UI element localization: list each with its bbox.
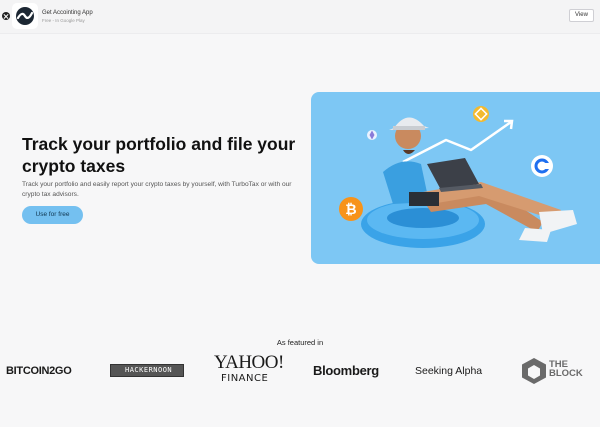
swim-ring [361, 200, 485, 248]
view-button[interactable]: View [569, 9, 594, 22]
yahoo-finance-logo: YAHOO! [214, 352, 284, 373]
binance-icon [473, 106, 489, 122]
the-block-line2: BLOCK [549, 368, 583, 379]
yahoo-finance-subtext: FINANCE [221, 373, 269, 384]
coin-c-icon [531, 155, 553, 177]
featured-in-label: As featured in [276, 338, 324, 347]
hero-description: Track your portfolio and easily report y… [22, 181, 292, 198]
the-block-logo: THE BLOCK [549, 360, 583, 379]
bitcoin-icon: ₿ [339, 197, 363, 221]
hero-illustration: ₿ [311, 92, 600, 264]
app-store-subtitle: Free - In Google Play [42, 18, 85, 23]
hackernoon-logo: HACKERNOON [110, 364, 184, 377]
app-install-banner: Get Accointing App Free - In Google Play… [0, 0, 600, 34]
bloomberg-logo: Bloomberg [313, 363, 379, 378]
app-name: Get Accointing App [42, 10, 93, 16]
hero-title: Track your portfolio and file your crypt… [22, 134, 296, 176]
use-for-free-button[interactable]: Use for free [22, 206, 83, 224]
press-logos: BITCOIN2GO HACKERNOON YAHOO! FINANCE Blo… [0, 352, 600, 392]
svg-text:₿: ₿ [345, 202, 356, 218]
close-icon[interactable] [2, 12, 10, 20]
the-block-cube-icon [522, 358, 546, 384]
bitcoin2go-logo: BITCOIN2GO [6, 365, 72, 377]
accointing-logo-icon [12, 3, 38, 29]
ethereum-icon [367, 130, 377, 140]
seeking-alpha-logo: Seeking Alpha [415, 365, 483, 377]
